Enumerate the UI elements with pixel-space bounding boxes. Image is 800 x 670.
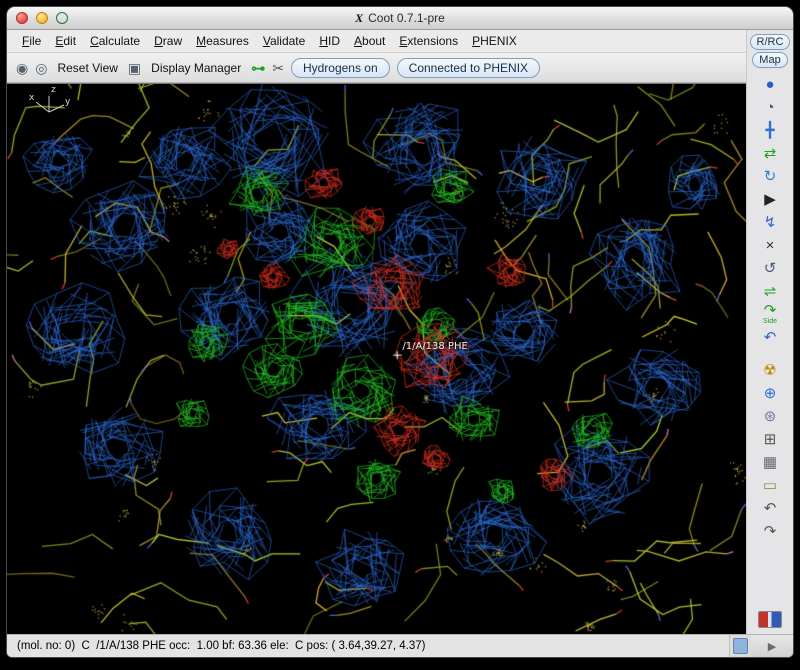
double-arrows-icon[interactable]: ⇄ [755, 142, 785, 164]
axis-x-label: x [29, 93, 34, 103]
close-button[interactable] [16, 12, 28, 24]
display-manager-icon[interactable]: ▣ [128, 61, 141, 75]
side-chain-180-icon[interactable]: ↷Side [755, 303, 785, 325]
orbit-arrow-icon[interactable]: ↺ [755, 257, 785, 279]
pointer-triangle-icon[interactable]: ▶ [755, 188, 785, 210]
menu-file[interactable]: File [15, 31, 48, 51]
axis-z-label: z [51, 85, 56, 95]
phenix-status-button[interactable]: Connected to PHENIX [397, 58, 540, 78]
radioactive-icon[interactable]: ☢ [755, 359, 785, 381]
expander-triangle-icon: ▶ [768, 640, 776, 653]
gl-viewport[interactable]: z y x /1/A/138 PHE [7, 83, 746, 634]
x11-icon: X [355, 12, 363, 24]
target-icon[interactable]: ◉ [16, 61, 28, 75]
residue-label: /1/A/138 PHE [402, 341, 467, 352]
main-row: FileEditCalculateDrawMeasuresValidateHID… [7, 30, 793, 634]
spiral-icon[interactable]: ↻ [755, 165, 785, 187]
menu-calculate[interactable]: Calculate [83, 31, 147, 51]
undo-icon[interactable]: ↶ [755, 497, 785, 519]
display-manager-button[interactable]: Display Manager [148, 59, 244, 77]
redo-icon[interactable]: ↷ [755, 520, 785, 542]
menu-measures[interactable]: Measures [189, 31, 256, 51]
asterisk-icon[interactable]: ⊛ [755, 405, 785, 427]
menu-about[interactable]: About [347, 31, 392, 51]
bullseye-icon[interactable]: ◎ [35, 61, 47, 75]
reset-view-button[interactable]: Reset View [54, 59, 120, 77]
menubar: FileEditCalculateDrawMeasuresValidateHID… [7, 30, 746, 53]
grid-icon[interactable]: ▦ [755, 451, 785, 473]
titlebar[interactable]: X Coot 0.7.1-pre [7, 7, 793, 30]
scrollbar-thumb[interactable] [733, 638, 748, 654]
corner-expander[interactable]: ▶ [751, 635, 793, 657]
cylinder-icon[interactable]: ▭ [755, 474, 785, 496]
maximize-button[interactable] [56, 12, 68, 24]
app-window: X Coot 0.7.1-pre FileEditCalculateDrawMe… [7, 7, 793, 657]
window-title-area: X Coot 0.7.1-pre [7, 7, 793, 29]
plus-circle-icon[interactable]: ⊕ [755, 382, 785, 404]
cross-arrows-icon[interactable]: ╋ [755, 119, 785, 141]
gl-canvas[interactable] [7, 84, 746, 634]
key-icon[interactable]: ⊶ [251, 61, 265, 75]
axes-indicator: z y x [29, 88, 73, 128]
right-toolbar: R/RC Map ●◔╋⇄↻▶↯×↺⇌↷Side↶☢⊕⊛⊞▦▭↶↷ [746, 30, 793, 634]
zigzag-arrow-icon[interactable]: ↯ [755, 211, 785, 233]
menu-draw[interactable]: Draw [147, 31, 189, 51]
sphere-icon[interactable]: ● [755, 73, 785, 95]
left-column: FileEditCalculateDrawMeasuresValidateHID… [7, 30, 746, 634]
status-bar: (mol. no: 0) C /1/A/138 PHE occ: 1.00 bf… [7, 635, 730, 657]
curved-arrow-icon[interactable]: ↶ [755, 326, 785, 348]
x-icon[interactable]: × [755, 234, 785, 256]
menu-validate[interactable]: Validate [256, 31, 313, 51]
map-button[interactable]: Map [752, 52, 787, 68]
hydrogens-toggle-button[interactable]: Hydrogens on [291, 58, 390, 78]
equilibrium-arrows-icon[interactable]: ⇌ [755, 280, 785, 302]
minimize-button[interactable] [36, 12, 48, 24]
rrc-button[interactable]: R/RC [750, 34, 791, 50]
clock-icon[interactable]: ◔ [755, 96, 785, 118]
plus-box-icon[interactable]: ⊞ [755, 428, 785, 450]
toolbar: ◉ ◎ Reset View ▣ Display Manager ⊶ ✂ Hyd… [7, 53, 746, 83]
window-controls [16, 12, 68, 24]
image-icon[interactable] [758, 611, 782, 628]
status-row: (mol. no: 0) C /1/A/138 PHE occ: 1.00 bf… [7, 634, 793, 657]
window-title: Coot 0.7.1-pre [368, 11, 445, 25]
icon-strip: ●◔╋⇄↻▶↯×↺⇌↷Side↶☢⊕⊛⊞▦▭↶↷ [747, 73, 793, 632]
menu-phenix[interactable]: PHENIX [465, 31, 524, 51]
menu-hid[interactable]: HID [312, 31, 347, 51]
menu-edit[interactable]: Edit [48, 31, 83, 51]
menu-extensions[interactable]: Extensions [392, 31, 465, 51]
axis-y-label: y [65, 97, 70, 107]
scissors-icon[interactable]: ✂ [272, 61, 284, 75]
